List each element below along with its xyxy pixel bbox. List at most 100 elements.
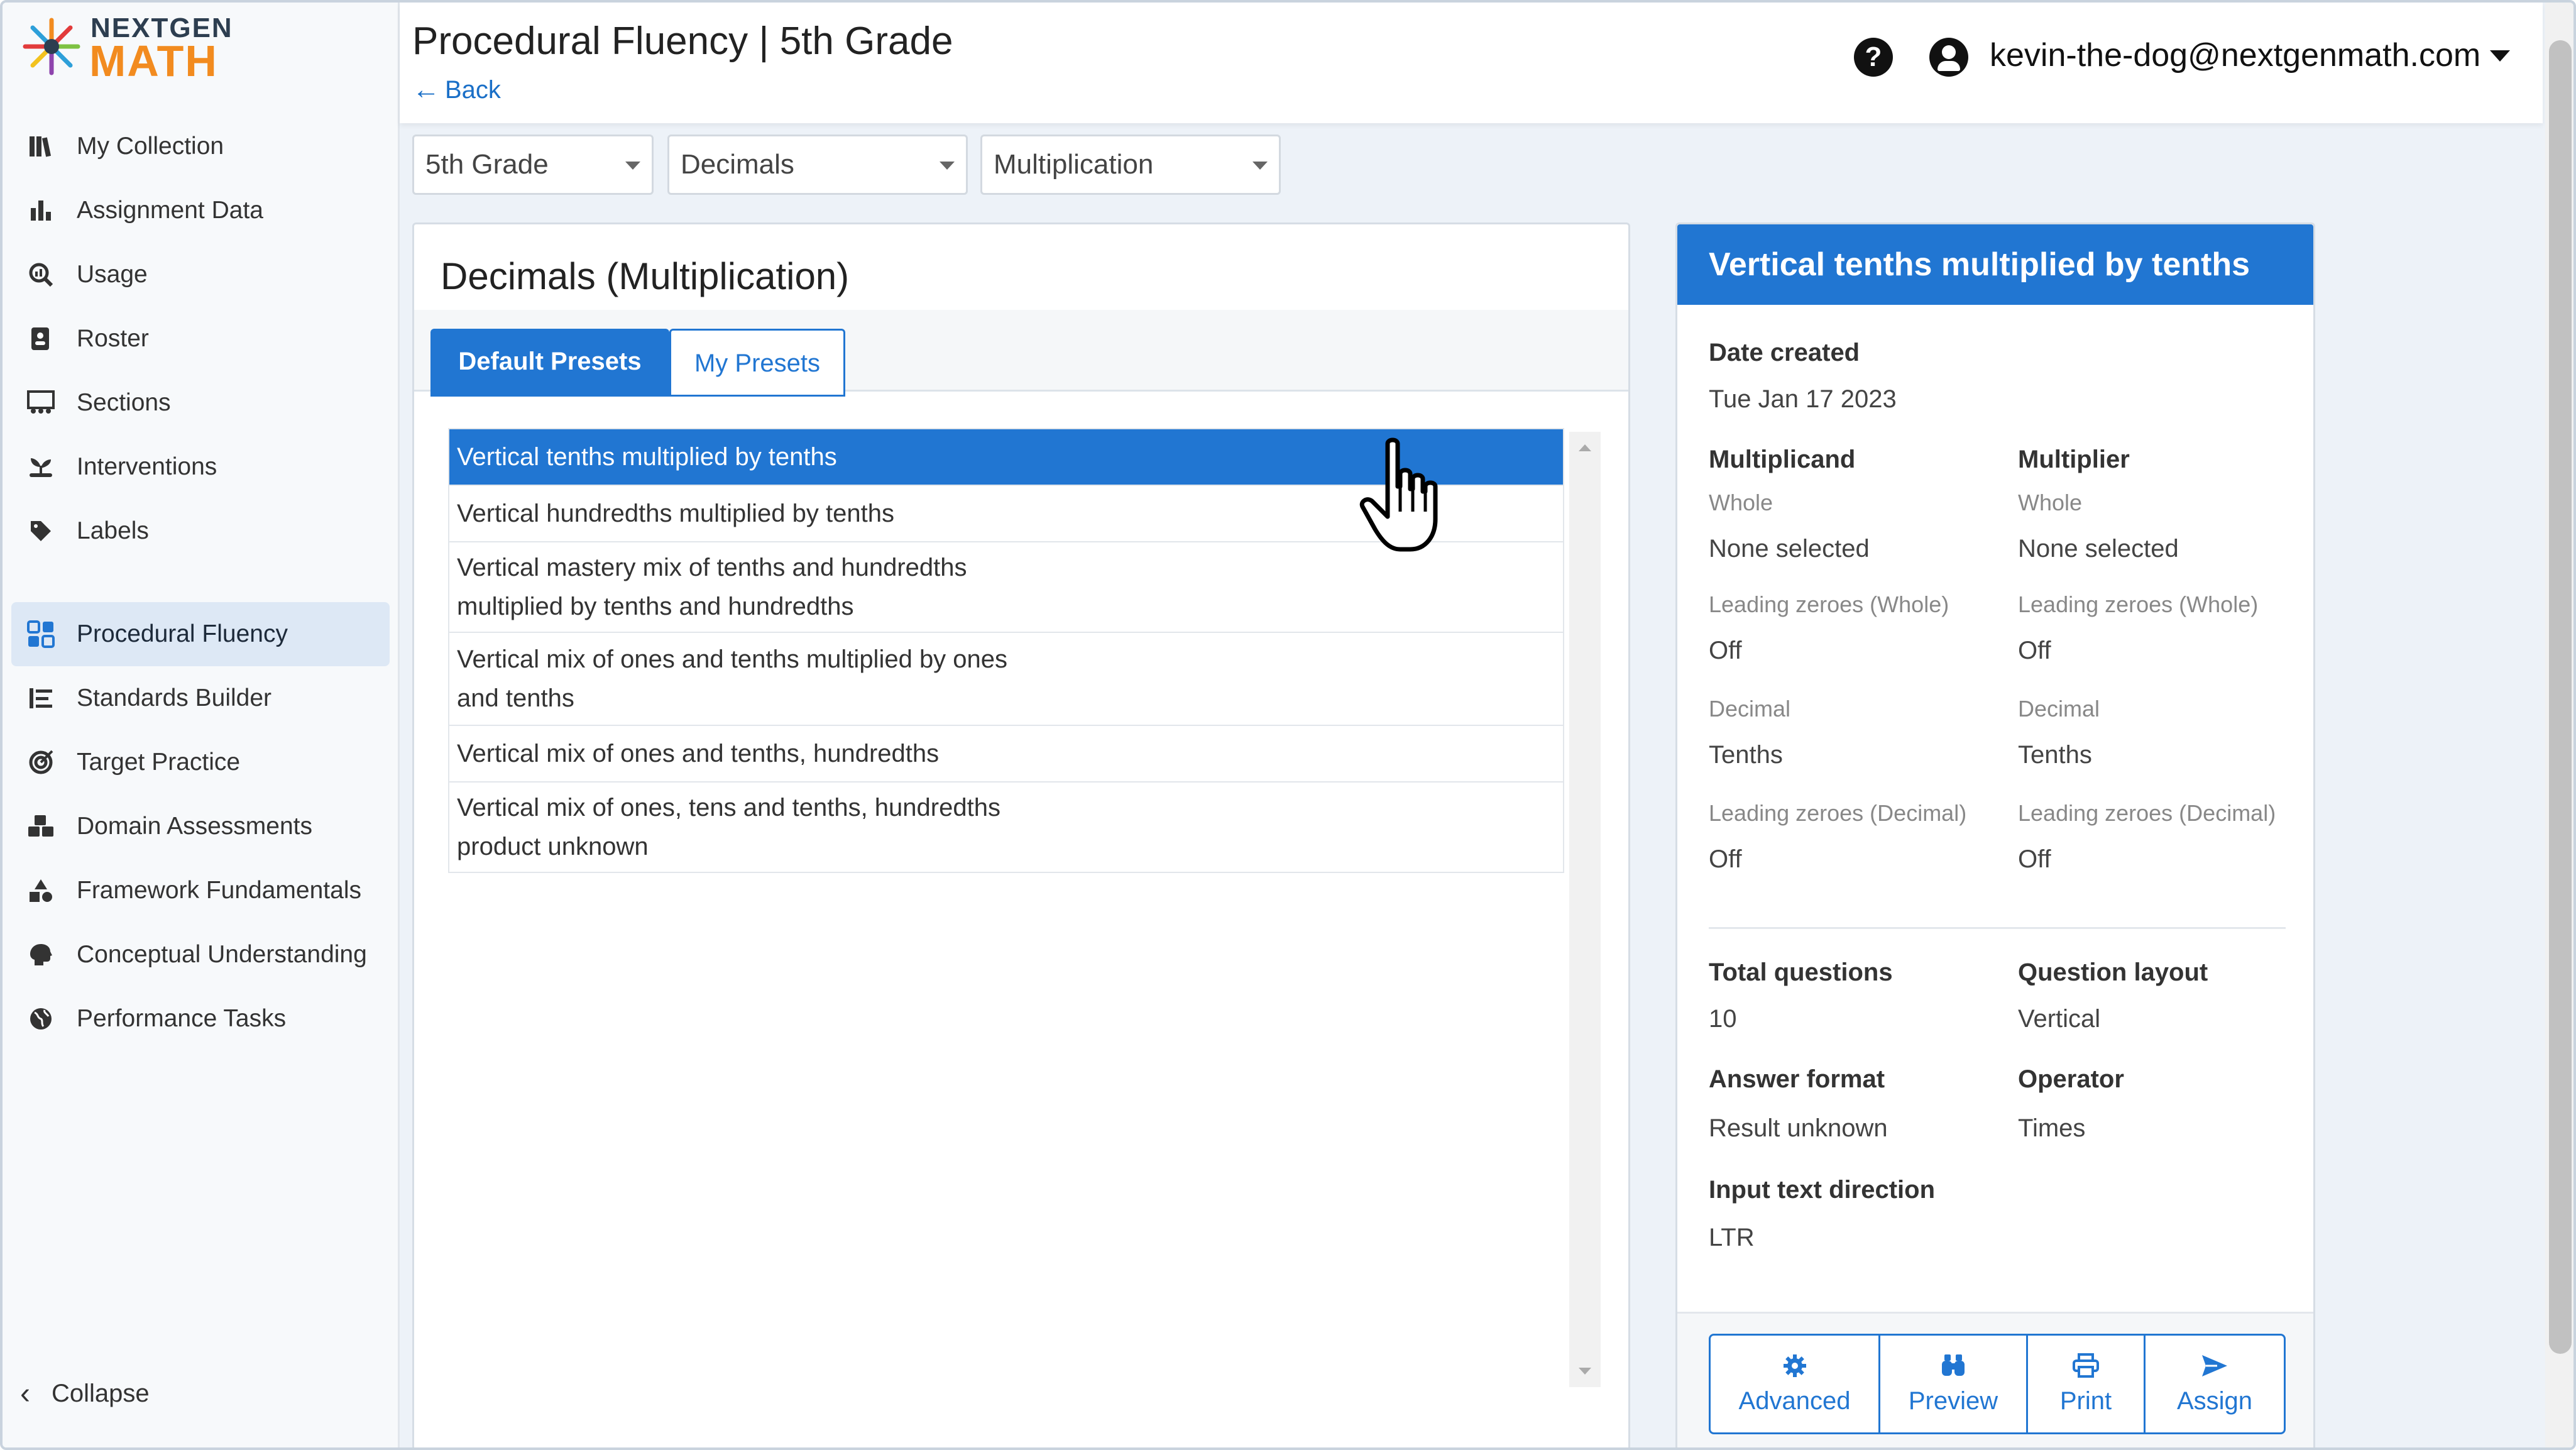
- list-tree-icon: [25, 683, 57, 714]
- multiplier-whole-value: None selected: [2018, 535, 2179, 563]
- page-header: Procedural Fluency | 5th Grade ← Back ? …: [400, 3, 2543, 123]
- multiplicand-lz-decimal-label: Leading zeroes (Decimal): [1709, 800, 1967, 826]
- date-created-value: Tue Jan 17 2023: [1709, 385, 1897, 413]
- contact-card-icon: [25, 323, 57, 354]
- binoculars-icon: [1942, 1354, 1965, 1376]
- answer-format-value: Result unknown: [1709, 1114, 1888, 1142]
- page-title: Procedural Fluency | 5th Grade: [412, 19, 953, 63]
- bar-chart-icon: [25, 195, 57, 226]
- arrow-left-icon: ←: [412, 74, 440, 105]
- sidebar-item-label: Conceptual Understanding: [77, 941, 367, 968]
- multiplicand-lz-whole-label: Leading zeroes (Whole): [1709, 591, 1949, 617]
- preset-item-label: Vertical tenths multiplied by tenths: [457, 443, 837, 471]
- tab-my-presets[interactable]: My Presets: [669, 329, 845, 397]
- multiplier-whole-label: Whole: [2018, 490, 2083, 515]
- sidebar: NEXTGEN MATH My Collection Assignment Da…: [3, 3, 400, 1447]
- sidebar-item-label: Usage: [77, 261, 148, 288]
- domain-select[interactable]: Decimals: [667, 135, 968, 195]
- chevron-left-icon: ‹: [20, 1377, 30, 1410]
- page-scrollbar[interactable]: [2545, 3, 2573, 1447]
- brain-icon: [25, 939, 57, 970]
- preset-item[interactable]: Vertical mastery mix of tenths and hundr…: [449, 542, 1563, 633]
- back-link[interactable]: ← Back: [412, 74, 501, 106]
- sidebar-item-interventions[interactable]: Interventions: [11, 435, 390, 499]
- sidebar-item-labels[interactable]: Labels: [11, 499, 390, 563]
- preset-list-scrollbar[interactable]: [1569, 432, 1601, 1387]
- logo-wordmark-bottom: MATH: [89, 36, 218, 85]
- page-scrollbar-thumb[interactable]: [2549, 40, 2572, 1354]
- question-layout-label: Question layout: [2018, 958, 2208, 986]
- sidebar-item-target-practice[interactable]: Target Practice: [11, 730, 390, 794]
- sidebar-item-sections[interactable]: Sections: [11, 371, 390, 435]
- user-email[interactable]: kevin-the-dog@nextgenmath.com: [1990, 36, 2480, 74]
- domain-select-value: Decimals: [681, 149, 794, 180]
- preset-item-label: Vertical hundredths multiplied by tenths: [457, 500, 894, 527]
- action-bar: Advanced Preview Print Assign: [1677, 1312, 2313, 1447]
- paper-plane-icon: [2202, 1354, 2227, 1376]
- sidebar-item-assignment-data[interactable]: Assignment Data: [11, 179, 390, 243]
- assign-button[interactable]: Assign: [2146, 1336, 2284, 1432]
- operator-label: Operator: [2018, 1065, 2124, 1093]
- tag-icon: [25, 515, 57, 547]
- multiplier-lz-decimal-value: Off: [2018, 845, 2051, 873]
- printer-icon: [2073, 1353, 2099, 1378]
- grade-select-value: 5th Grade: [425, 149, 549, 180]
- question-layout-value: Vertical: [2018, 1005, 2101, 1033]
- preset-item[interactable]: Vertical mix of ones and tenths multipli…: [449, 633, 1563, 726]
- app-window: NEXTGEN MATH My Collection Assignment Da…: [0, 0, 2576, 1450]
- user-avatar-icon[interactable]: [1929, 38, 1968, 77]
- print-button[interactable]: Print: [2028, 1336, 2146, 1432]
- gear-icon: [1783, 1354, 1806, 1377]
- sidebar-item-label: Roster: [77, 325, 149, 352]
- multiplicand-lz-decimal-value: Off: [1709, 845, 1742, 873]
- total-questions-label: Total questions: [1709, 958, 1893, 986]
- preset-item-label: Vertical mix of ones and tenths, hundred…: [457, 740, 940, 767]
- sidebar-item-framework-fundamentals[interactable]: Framework Fundamentals: [11, 859, 390, 923]
- preset-item[interactable]: Vertical mix of ones, tens and tenths, h…: [449, 783, 1563, 872]
- caret-down-icon[interactable]: [2490, 50, 2510, 62]
- tab-default-presets[interactable]: Default Presets: [430, 329, 669, 397]
- collapse-sidebar-button[interactable]: ‹ Collapse: [20, 1376, 150, 1411]
- preview-button[interactable]: Preview: [1880, 1336, 2028, 1432]
- help-icon[interactable]: ?: [1854, 38, 1893, 77]
- multiplier-decimal-label: Decimal: [2018, 696, 2100, 722]
- cubes-icon: [25, 811, 57, 842]
- date-created-label: Date created: [1709, 339, 1860, 366]
- preset-item-label-line1: Vertical mix of ones, tens and tenths, h…: [457, 794, 1000, 821]
- preset-item-label-line2: product unknown: [457, 833, 649, 860]
- sidebar-item-usage[interactable]: Usage: [11, 243, 390, 307]
- print-label: Print: [2059, 1387, 2112, 1415]
- books-icon: [25, 131, 57, 162]
- scroll-down-icon[interactable]: [1579, 1368, 1591, 1375]
- preset-detail-card: Vertical tenths multiplied by tenths Dat…: [1675, 222, 2315, 1447]
- operation-select[interactable]: Multiplication: [980, 135, 1281, 195]
- presets-panel: Decimals (Multiplication) Default Preset…: [412, 222, 1630, 1447]
- sidebar-item-performance-tasks[interactable]: Performance Tasks: [11, 987, 390, 1051]
- sidebar-item-label: Domain Assessments: [77, 813, 312, 840]
- input-direction-label: Input text direction: [1709, 1176, 1935, 1204]
- preset-item-label-line2: and tenths: [457, 684, 574, 712]
- nextgen-math-logo[interactable]: NEXTGEN MATH: [20, 11, 246, 85]
- sidebar-item-procedural-fluency[interactable]: Procedural Fluency: [11, 602, 390, 666]
- preset-item[interactable]: Vertical mix of ones and tenths, hundred…: [449, 726, 1563, 783]
- grade-select[interactable]: 5th Grade: [412, 135, 654, 195]
- preset-detail-title: Vertical tenths multiplied by tenths: [1677, 224, 2313, 305]
- multiplier-label: Multiplier: [2018, 446, 2130, 473]
- multiplicand-whole-label: Whole: [1709, 490, 1773, 515]
- sidebar-item-domain-assessments[interactable]: Domain Assessments: [11, 794, 390, 859]
- sidebar-item-standards-builder[interactable]: Standards Builder: [11, 666, 390, 730]
- multiplicand-decimal-label: Decimal: [1709, 696, 1791, 722]
- sidebar-item-my-collection[interactable]: My Collection: [11, 114, 390, 179]
- target-icon: [25, 747, 57, 778]
- sidebar-item-label: Target Practice: [77, 749, 241, 776]
- multiplicand-lz-whole-value: Off: [1709, 637, 1742, 664]
- collapse-label: Collapse: [51, 1380, 150, 1407]
- sidebar-item-roster[interactable]: Roster: [11, 307, 390, 371]
- preset-item-label-line1: Vertical mastery mix of tenths and hundr…: [457, 554, 967, 581]
- sidebar-separator: [11, 563, 390, 602]
- multiplicand-whole-value: None selected: [1709, 535, 1870, 563]
- multiplicand-decimal-value: Tenths: [1709, 741, 1783, 769]
- scroll-up-icon[interactable]: [1579, 444, 1591, 451]
- advanced-button[interactable]: Advanced: [1711, 1336, 1880, 1432]
- sidebar-item-conceptual-understanding[interactable]: Conceptual Understanding: [11, 923, 390, 987]
